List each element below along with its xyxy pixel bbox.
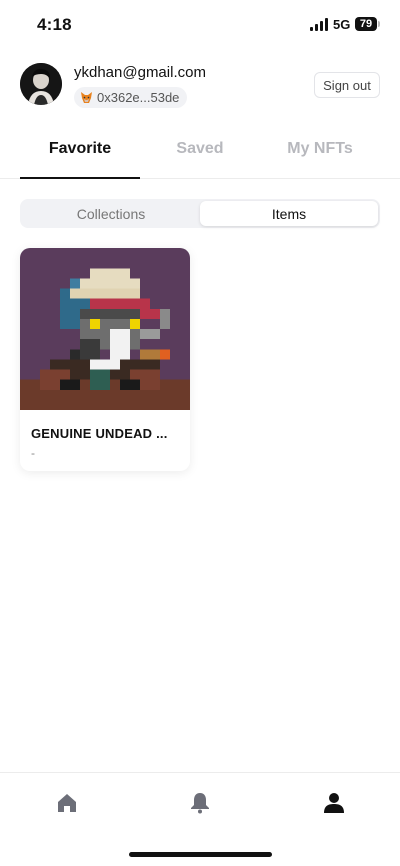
tab-my-nfts[interactable]: My NFTs	[260, 140, 380, 158]
tab-favorite[interactable]: Favorite	[20, 140, 140, 158]
status-time: 4:18	[37, 15, 72, 34]
status-bar: 4:18 5G 79	[0, 0, 400, 50]
metamask-fox-icon	[81, 92, 92, 103]
nft-image	[20, 248, 190, 410]
active-tab-indicator	[20, 177, 140, 179]
tab-saved[interactable]: Saved	[140, 140, 260, 158]
bell-icon[interactable]	[188, 791, 212, 815]
battery-level: 79	[355, 17, 377, 31]
wallet-address: 0x362e...53de	[97, 90, 180, 105]
segment-items[interactable]: Items	[200, 201, 378, 226]
nft-card[interactable]: GENUINE UNDEAD ... -	[20, 248, 190, 471]
nft-title: GENUINE UNDEAD ...	[31, 426, 168, 441]
home-indicator	[129, 852, 272, 857]
profile-icon[interactable]	[322, 791, 346, 815]
battery-icon: 79	[355, 17, 380, 31]
sign-out-button[interactable]: Sign out	[314, 72, 380, 98]
segmented-control: Collections Items	[20, 199, 380, 228]
profile-header: ykdhan@gmail.com 0x362e...53de Sign out	[0, 60, 400, 115]
network-label: 5G	[333, 17, 351, 32]
home-icon[interactable]	[55, 791, 79, 815]
tab-bar: Favorite Saved My NFTs	[0, 128, 400, 179]
nft-subtitle: -	[31, 446, 35, 460]
wallet-address-chip[interactable]: 0x362e...53de	[74, 87, 188, 108]
user-email: ykdhan@gmail.com	[74, 64, 206, 81]
avatar[interactable]	[20, 63, 62, 105]
segment-collections[interactable]: Collections	[22, 201, 200, 226]
avatar-photo	[20, 63, 62, 105]
signal-icon	[310, 18, 328, 31]
